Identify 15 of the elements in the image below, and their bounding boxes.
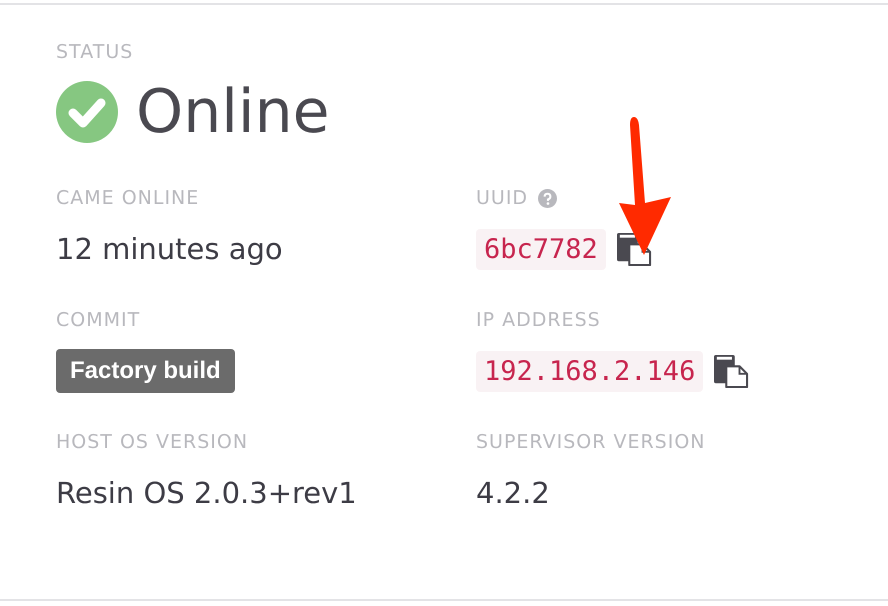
code-value: 6bc7782 [476, 228, 606, 270]
status-label: STATUS [56, 41, 134, 63]
field-value: 4.2.2 [476, 476, 550, 510]
field-label: SUPERVISOR VERSION [476, 431, 706, 453]
field-label: HOST OS VERSION [56, 431, 248, 453]
field-label: IP ADDRESS [476, 309, 601, 331]
commit-badge: Factory build [56, 349, 235, 393]
field-label: UUID [476, 187, 528, 209]
field-value: 12 minutes ago [56, 232, 283, 266]
field-label: CAME ONLINE [56, 187, 200, 209]
status-text: Online [136, 77, 330, 147]
code-value: 192.168.2.146 [476, 350, 704, 392]
field-label: COMMIT [56, 309, 140, 331]
field-value: Resin OS 2.0.3+rev1 [56, 476, 357, 510]
copy-icon[interactable] [713, 354, 750, 388]
